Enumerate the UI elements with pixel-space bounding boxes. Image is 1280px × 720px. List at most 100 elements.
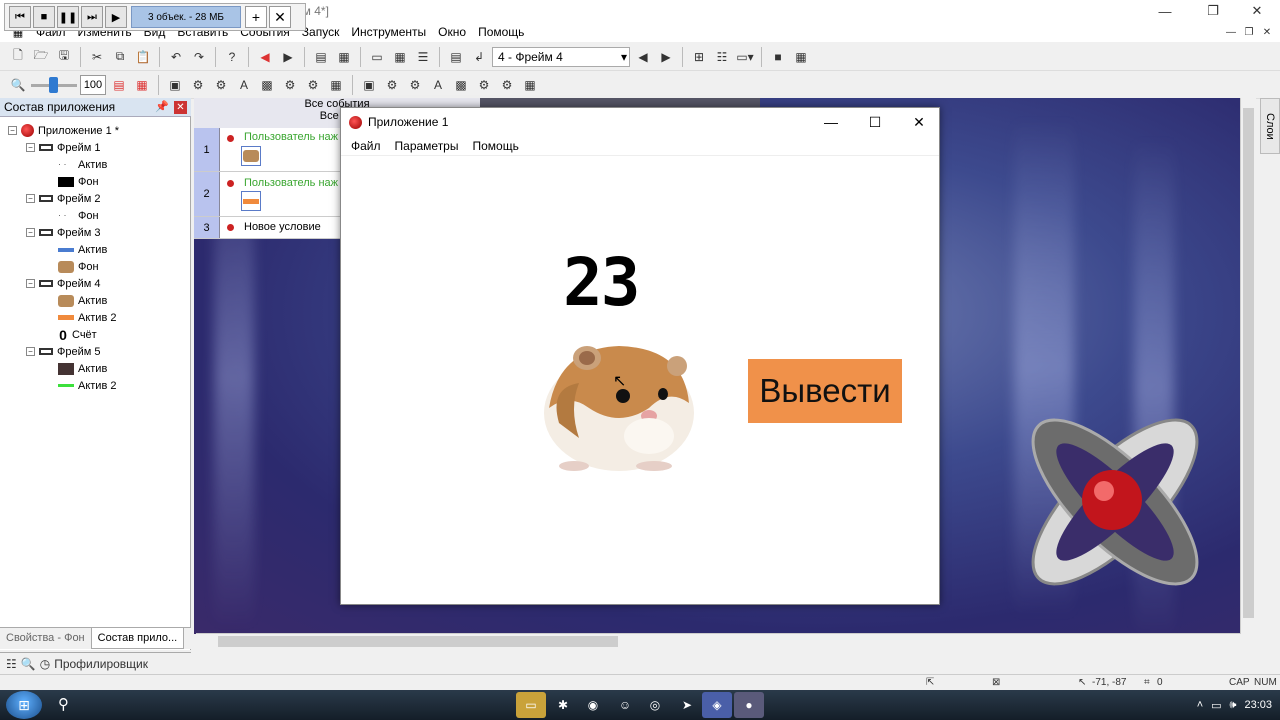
network-icon[interactable]: ▭ bbox=[1211, 699, 1221, 712]
mdi-minimize-button[interactable]: — bbox=[1222, 24, 1240, 40]
filter-object-icon[interactable]: ⚙ bbox=[188, 75, 208, 95]
tree-item[interactable]: − Фрейм 4 bbox=[26, 275, 100, 292]
app-menu-file[interactable]: Файл bbox=[344, 139, 388, 153]
zoom-field[interactable]: 100 bbox=[80, 74, 106, 95]
search-table-icon[interactable]: ▦ bbox=[520, 75, 540, 95]
event-sheet-red-icon[interactable]: ▦ bbox=[132, 75, 152, 95]
output-button[interactable]: Вывести bbox=[748, 359, 902, 423]
tree-item[interactable]: Актив bbox=[58, 292, 107, 309]
search-object-icon[interactable]: ▣ bbox=[359, 75, 379, 95]
collapse-icon[interactable]: − bbox=[8, 126, 17, 135]
tree-item[interactable]: Фон bbox=[58, 258, 99, 275]
save-icon[interactable]: 🖫 bbox=[54, 47, 74, 67]
cut-icon[interactable]: ✂ bbox=[87, 47, 107, 67]
tree-item[interactable]: − Фрейм 2 bbox=[26, 190, 100, 207]
collapse-icon[interactable]: − bbox=[26, 228, 35, 237]
discord-icon[interactable]: ☺ bbox=[610, 692, 640, 718]
data-elements-icon[interactable]: ▤ bbox=[446, 47, 466, 67]
profiler-label[interactable]: Профилировщик bbox=[54, 657, 148, 671]
pause-icon[interactable]: ❚❚ bbox=[57, 6, 79, 28]
frame-editor-icon[interactable]: ▭ bbox=[367, 47, 387, 67]
mdi-restore-button[interactable]: ❐ bbox=[1240, 24, 1258, 40]
insert-object-icon[interactable]: ⊞ bbox=[689, 47, 709, 67]
close-panel-icon[interactable]: ✕ bbox=[174, 101, 187, 114]
minimize-button[interactable]: — bbox=[1142, 0, 1188, 22]
open-folder-icon[interactable]: 🗁 bbox=[31, 47, 51, 67]
tree-item[interactable]: 0 Счёт bbox=[58, 326, 97, 343]
event-row[interactable]: 2 Пользователь наж bbox=[194, 172, 340, 217]
event-condition-text[interactable]: Пользователь наж bbox=[244, 177, 338, 189]
horizontal-scrollbar[interactable] bbox=[196, 633, 1240, 649]
search-condition-icon[interactable]: ⚙ bbox=[405, 75, 425, 95]
copy-icon[interactable]: ⧉ bbox=[110, 47, 130, 67]
event-row[interactable]: 1 Пользователь наж bbox=[194, 128, 340, 172]
tree-item[interactable]: − Фрейм 5 bbox=[26, 343, 100, 360]
media-app-icon[interactable]: ◈ bbox=[702, 692, 732, 718]
back-icon[interactable]: ◀ bbox=[255, 47, 275, 67]
search-icon[interactable]: 🔍 bbox=[21, 657, 36, 671]
collapse-icon[interactable]: − bbox=[26, 279, 35, 288]
close-debug-icon[interactable]: ✕ bbox=[269, 6, 291, 28]
filter-icon[interactable]: ▣ bbox=[165, 75, 185, 95]
redo-icon[interactable]: ↷ bbox=[189, 47, 209, 67]
stop-icon[interactable]: ■ bbox=[33, 6, 55, 28]
settings-icon[interactable]: ▦ bbox=[791, 47, 811, 67]
start-button[interactable]: ⊞ bbox=[6, 691, 42, 719]
tree-item[interactable]: Актив bbox=[58, 241, 107, 258]
close-button[interactable]: ✕ bbox=[1234, 0, 1280, 22]
event-list-red-icon[interactable]: ▤ bbox=[109, 75, 129, 95]
play-icon[interactable]: ▶ bbox=[105, 6, 127, 28]
fusion-app-icon[interactable]: ● bbox=[734, 692, 764, 718]
menu-tools[interactable]: Инструменты bbox=[345, 25, 432, 39]
tree-item[interactable]: · · Актив bbox=[58, 156, 107, 173]
list-icon[interactable]: ☷ bbox=[6, 657, 17, 671]
add-icon[interactable]: + bbox=[245, 6, 267, 28]
tree-item[interactable]: Актив bbox=[58, 360, 107, 377]
zoom-slider-thumb[interactable] bbox=[49, 76, 58, 93]
storyboard-icon[interactable]: ▤ bbox=[311, 47, 331, 67]
layout-dropdown-icon[interactable]: ▭▾ bbox=[735, 47, 755, 67]
filter-pattern-icon[interactable]: ▩ bbox=[257, 75, 277, 95]
tree-item[interactable]: − Фрейм 1 bbox=[26, 139, 100, 156]
search-gear-icon[interactable]: ⚙ bbox=[382, 75, 402, 95]
mdi-close-button[interactable]: ✕ bbox=[1258, 24, 1276, 40]
frame-select[interactable]: 4 - Фрейм 4 ▾ bbox=[492, 46, 630, 67]
new-condition-text[interactable]: Новое условие bbox=[244, 221, 321, 233]
zoom-icon[interactable]: 🔍 bbox=[8, 75, 28, 95]
filter-action-icon[interactable]: ⚙ bbox=[280, 75, 300, 95]
search-group-icon[interactable]: ⚙ bbox=[497, 75, 517, 95]
layers-side-tab[interactable]: Слои bbox=[1260, 98, 1280, 154]
obs-icon[interactable]: ◎ bbox=[640, 692, 670, 718]
app-menu-help[interactable]: Помощь bbox=[465, 139, 525, 153]
clock[interactable]: 23:03 bbox=[1244, 699, 1272, 711]
search-text-icon[interactable]: A bbox=[428, 75, 448, 95]
forward-icon[interactable]: ▶ bbox=[278, 47, 298, 67]
collapse-icon[interactable]: − bbox=[26, 143, 35, 152]
help-icon[interactable]: ? bbox=[222, 47, 242, 67]
hamster-sprite[interactable] bbox=[539, 328, 699, 473]
telegram-icon[interactable]: ➤ bbox=[672, 692, 702, 718]
tab-properties[interactable]: Свойства - Фон bbox=[0, 628, 91, 649]
previous-frame-icon[interactable]: ◀ bbox=[633, 47, 653, 67]
object-list-icon[interactable]: ☷ bbox=[712, 47, 732, 67]
file-explorer-icon[interactable]: ▭ bbox=[516, 692, 546, 718]
filter-table-icon[interactable]: ▦ bbox=[326, 75, 346, 95]
next-frame-icon[interactable]: ▶ bbox=[656, 47, 676, 67]
vertical-scroll-thumb[interactable] bbox=[1243, 108, 1254, 618]
tree-item[interactable]: Актив 2 bbox=[58, 377, 116, 394]
volume-icon[interactable]: 🕪 bbox=[1230, 699, 1237, 712]
filter-group-icon[interactable]: ⚙ bbox=[303, 75, 323, 95]
filter-condition-icon[interactable]: ⚙ bbox=[211, 75, 231, 95]
chevron-up-icon[interactable]: ˄ bbox=[1197, 699, 1203, 711]
new-file-icon[interactable]: 🗋 bbox=[8, 47, 28, 67]
event-editor-icon[interactable]: ▦ bbox=[390, 47, 410, 67]
paste-icon[interactable]: 📋 bbox=[133, 47, 153, 67]
search-pattern-icon[interactable]: ▩ bbox=[451, 75, 471, 95]
app-maximize-button[interactable]: ☐ bbox=[853, 108, 897, 136]
pin-icon[interactable]: 📌 bbox=[155, 100, 169, 113]
tab-workspace[interactable]: Состав прило... bbox=[90, 628, 185, 649]
vertical-scrollbar[interactable] bbox=[1240, 98, 1256, 634]
maximize-button[interactable]: ❐ bbox=[1190, 0, 1236, 22]
tree-item[interactable]: Актив 2 bbox=[58, 309, 116, 326]
event-row[interactable]: 3 Новое условие bbox=[194, 217, 340, 239]
